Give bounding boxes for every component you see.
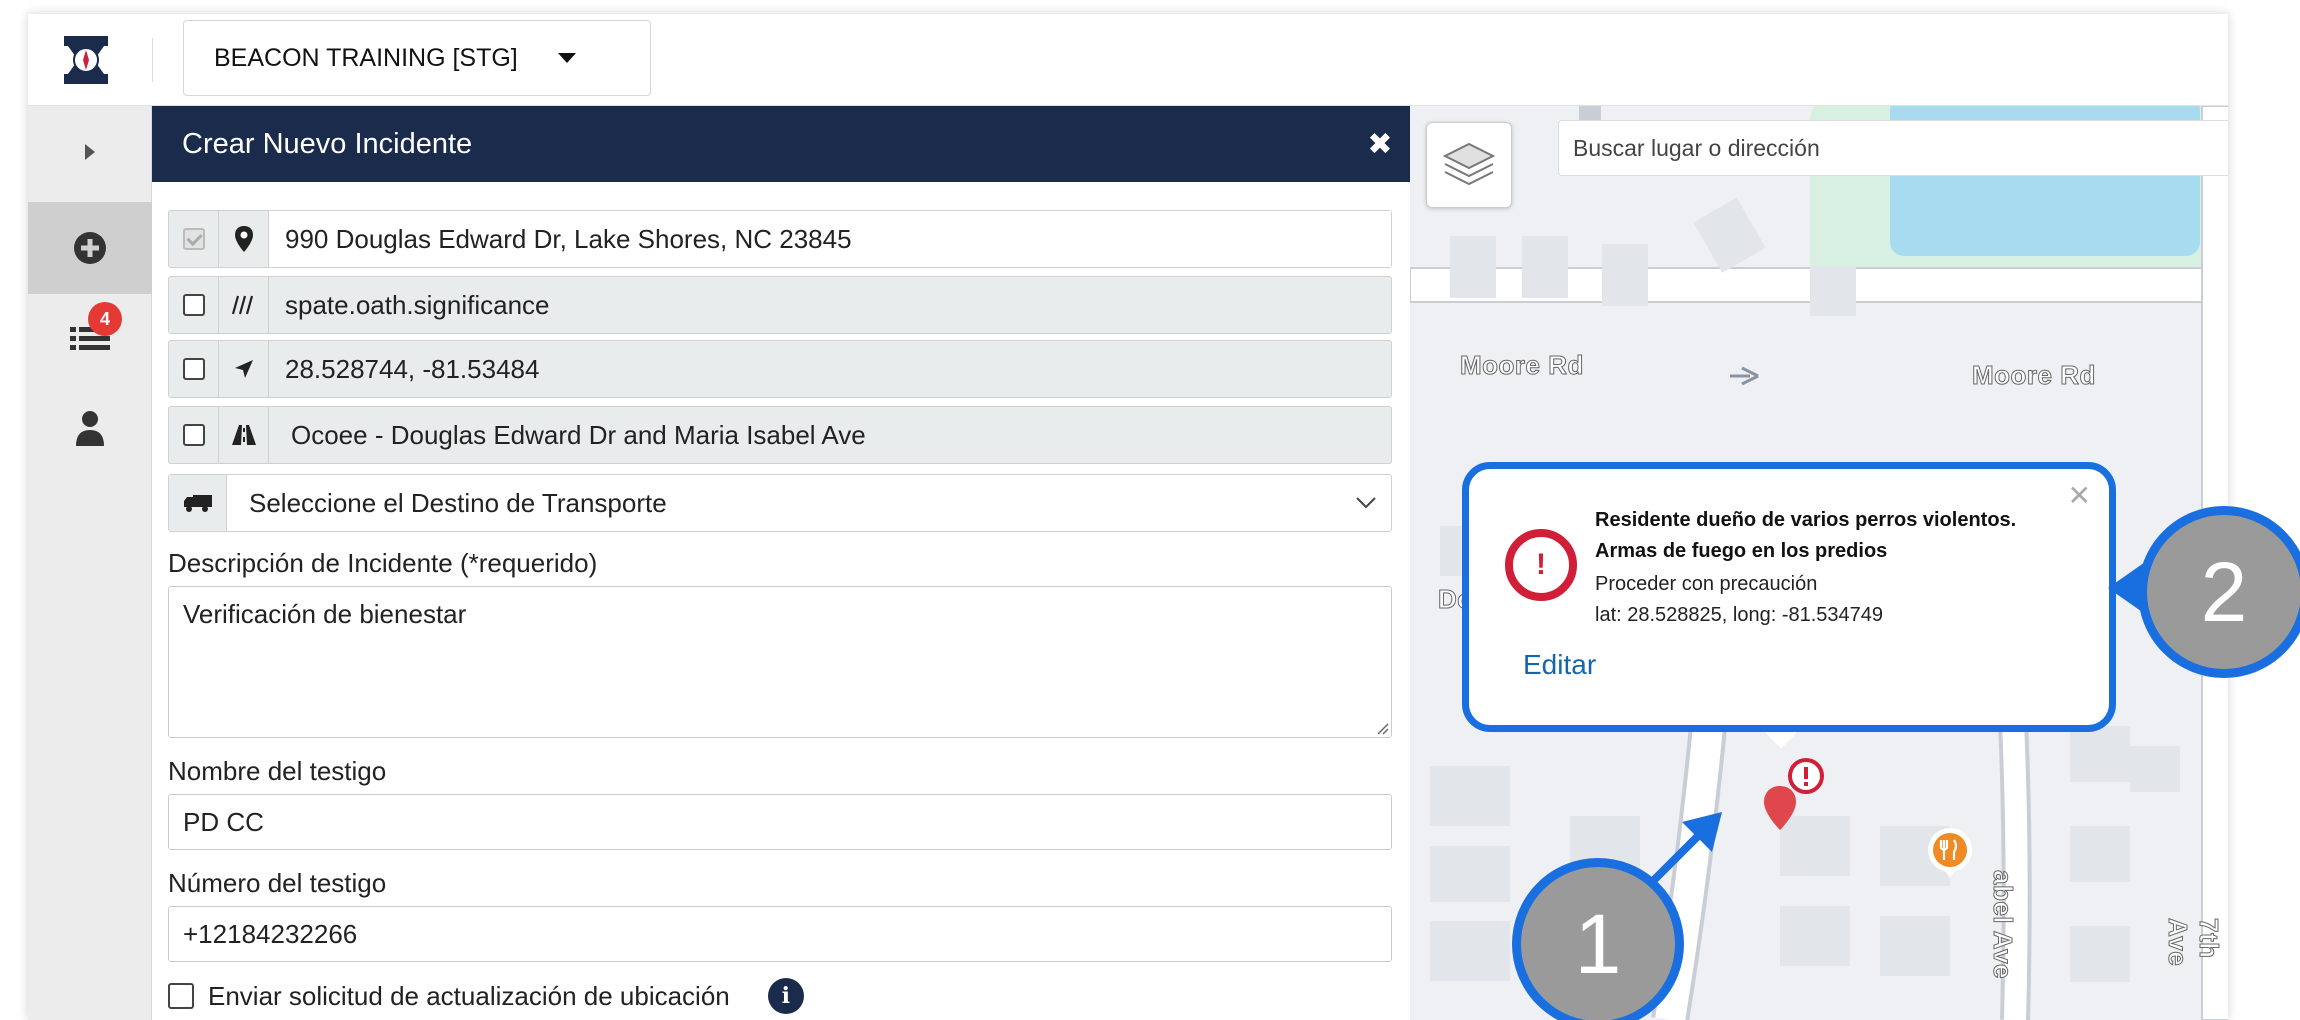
intersection-checkbox[interactable] [182,424,205,446]
incident-alert-popup: ✕ ! Residente dueño de varios perros vio… [1462,462,2116,732]
coordinates-checkbox[interactable] [182,358,205,380]
beacon-logo-icon[interactable] [58,32,114,88]
road-label-7th-ave: 7th Ave [2163,918,2225,967]
new-incident-panel: Crear Nuevo Incidente ✖ 990 Douglas Edwa… [152,106,1410,1020]
callout-number-1: 1 [1512,858,1684,1020]
address-checkbox-cell [169,211,219,267]
user-profile-button[interactable] [28,382,152,474]
map-pin-icon [219,211,269,267]
road-label-isabel-ave: abel Ave [1988,870,2019,980]
description-textarea[interactable]: Verificación de bienestar [168,586,1392,738]
coordinates-field: 28.528744, -81.53484 [285,353,540,384]
what3words-field: spate.oath.significance [285,289,550,320]
warning-alert-icon: ! [1505,529,1577,601]
user-icon [76,411,104,446]
expand-sidebar-button[interactable] [28,106,152,198]
chevron-down-icon [1356,497,1376,509]
what3words-checkbox-cell [169,277,219,333]
layers-icon [1443,142,1495,186]
map-search-input[interactable]: Buscar lugar o dirección [1558,120,2228,176]
triple-slash-icon [219,277,269,333]
what3words-row: spate.oath.significance [168,276,1392,334]
topbar-divider [152,38,153,82]
coordinates-checkbox-cell [169,341,219,397]
organization-dropdown[interactable]: BEACON TRAINING [STG] [183,20,651,96]
witness-number-label: Número del testigo [168,868,387,898]
popup-title: Residente dueño de varios perros violent… [1595,509,2017,562]
address-row: 990 Douglas Edward Dr, Lake Shores, NC 2… [168,210,1392,268]
panel-title: Crear Nuevo Incidente [182,127,473,160]
popup-edit-link[interactable]: Editar [1523,649,1596,681]
plus-circle-icon [74,232,106,264]
intersection-row: Ocoee - Douglas Edward Dr and Maria Isab… [168,406,1392,464]
callout-number-2: 2 [2138,506,2300,678]
intersection-checkbox-cell [169,407,219,463]
what3words-checkbox[interactable] [182,294,205,316]
intersection-field: Ocoee - Douglas Edward Dr and Maria Isab… [291,419,866,450]
description-value: Verificación de bienestar [183,599,467,629]
transport-destination-select[interactable]: Seleccione el Destino de Transporte [168,474,1392,532]
close-icon[interactable]: ✖ [1364,128,1396,161]
witness-number-input[interactable]: +12184232266 [168,906,1392,962]
coordinates-row: 28.528744, -81.53484 [168,340,1392,398]
notification-badge: 4 [88,302,122,336]
restaurant-poi-icon[interactable] [1926,826,1974,880]
incident-location-marker-icon[interactable] [1762,784,1798,832]
incident-list-button[interactable]: 4 [28,294,152,386]
road-icon [219,407,269,463]
new-incident-button[interactable] [28,202,152,294]
location-request-label: Enviar solicitud de actualización de ubi… [208,980,730,1011]
location-arrow-icon [219,341,269,397]
info-icon[interactable]: i [767,978,804,1014]
truck-icon [169,475,227,531]
description-label: Descripción de Incidente (*requerido) [168,548,598,578]
witness-name-label: Nombre del testigo [168,756,387,786]
address-checkbox[interactable] [182,228,205,250]
panel-header: Crear Nuevo Incidente ✖ [152,106,1410,182]
map-layers-button[interactable] [1426,122,1512,208]
location-request-option: Enviar solicitud de actualización de ubi… [168,978,804,1014]
road-label-moore-rd-east: Moore Rd [1972,360,2096,391]
organization-name: BEACON TRAINING [STG] [214,43,518,72]
transport-destination-value: Seleccione el Destino de Transporte [249,487,667,518]
witness-name-input[interactable]: PD CC [168,794,1392,850]
popup-note: Proceder con precaución [1595,573,1818,595]
chevron-right-icon [85,144,95,160]
top-bar: BEACON TRAINING [STG] [28,14,2228,106]
road-label-moore-rd-west: Moore Rd [1460,350,1584,381]
location-request-checkbox[interactable] [168,983,194,1009]
caret-down-icon [557,53,576,63]
sidebar: 4 [28,106,152,1020]
resize-grip-icon[interactable] [1375,721,1389,735]
address-field[interactable]: 990 Douglas Edward Dr, Lake Shores, NC 2… [269,211,1391,267]
popup-coordinates: lat: 28.528825, long: -81.534749 [1595,604,1884,626]
